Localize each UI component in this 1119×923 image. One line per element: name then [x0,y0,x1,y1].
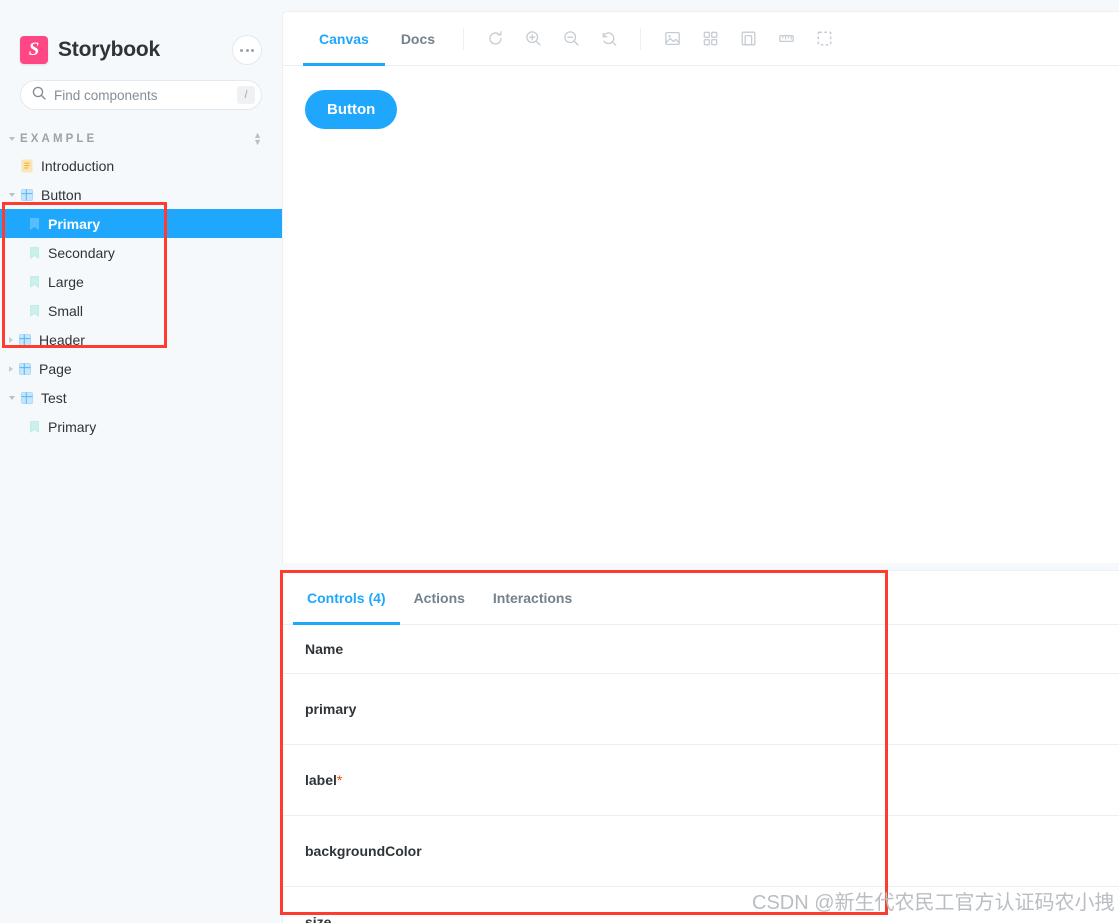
sidebar-item-label: Primary [48,418,97,435]
table-row: label* [283,744,1119,816]
outline-icon[interactable] [809,24,839,54]
control-name-primary: primary [283,673,702,745]
chevron-down-icon [9,137,15,141]
tree-section-label: EXAMPLE [20,133,98,145]
story-icon [28,304,41,318]
search-shortcut-key: / [237,86,255,104]
table-row: primary False True [283,673,1119,745]
search-icon [32,86,46,105]
sidebar-item-test[interactable]: Test [0,383,282,412]
sidebar-item-button-large[interactable]: Large [0,267,282,296]
sidebar-item-label: Header [39,331,85,348]
controls-table-header: Name Control [283,625,1119,674]
measure-icon[interactable] [771,24,801,54]
component-icon [20,188,34,202]
dot-icon [240,48,243,52]
chevron-down-icon[interactable] [9,395,15,400]
sidebar: Storybook / EXA [0,0,282,923]
sidebar-item-label: Primary [48,215,101,232]
search-container: / [0,74,282,110]
toolbar-divider [463,27,465,50]
zoom-out-icon[interactable] [556,24,586,54]
brand-name: Storybook [58,38,161,61]
sidebar-item-label: Secondary [48,244,115,261]
tab-actions[interactable]: Actions [400,571,479,625]
table-row: backgroundColor Choose color... [283,815,1119,887]
control-cell-label [701,744,1119,816]
zoom-reset-icon[interactable] [594,24,624,54]
addons-panel: Controls (4) Actions Interactions Name C… [282,570,1119,923]
component-icon [18,362,32,376]
column-header-control: Control [701,625,1119,674]
sidebar-item-button-secondary[interactable]: Secondary [0,238,282,267]
sidebar-item-label: Page [39,360,72,377]
control-cell-primary: False True [701,673,1119,745]
sidebar-item-button-small[interactable]: Small [0,296,282,325]
backgrounds-icon[interactable] [657,24,687,54]
storybook-logo-icon [20,36,48,64]
watermark-text: CSDN @新生代农民工官方认证码农小拽 [752,892,1115,914]
toolbar-divider [640,27,642,50]
sidebar-item-page[interactable]: Page [0,354,282,383]
search-box[interactable]: / [20,80,262,110]
story-preview: Button [283,66,1119,129]
sidebar-header: Storybook [0,0,282,74]
required-marker: * [336,772,343,788]
sidebar-item-label: Large [48,273,84,290]
sidebar-item-button-primary[interactable]: Primary [0,209,282,238]
sidebar-item-test-primary[interactable]: Primary [0,412,282,441]
sidebar-item-label: Small [48,302,84,319]
tree-section-example[interactable]: EXAMPLE ▲ ▼ [0,127,282,151]
sidebar-item-label: Introduction [41,157,115,174]
grid-icon[interactable] [695,24,725,54]
chevron-right-icon[interactable] [9,336,13,343]
story-icon [28,217,41,231]
document-icon [20,158,34,173]
component-icon [18,333,32,347]
dot-icon [251,48,254,52]
dot-icon [245,48,249,52]
control-cell-backgroundcolor: Choose color... [701,815,1119,887]
control-name-size: size [283,886,702,923]
tab-interactions[interactable]: Interactions [479,571,586,625]
addons-tablist: Controls (4) Actions Interactions [283,571,1119,625]
story-icon [28,420,41,434]
sidebar-item-label: Button [41,186,82,203]
component-tree: EXAMPLE ▲ ▼ Introduction Button Primary … [0,127,282,441]
control-name-backgroundcolor: backgroundColor [283,815,702,887]
component-icon [20,391,34,405]
viewport-icon[interactable] [733,24,763,54]
zoom-in-icon[interactable] [518,24,548,54]
tab-canvas[interactable]: Canvas [303,12,385,66]
sidebar-item-header[interactable]: Header [0,325,282,354]
search-input[interactable] [54,87,237,103]
canvas-toolbar: Canvas Docs [283,12,1119,66]
expand-collapse-all-icon[interactable]: ▲ ▼ [253,131,262,147]
sidebar-item-introduction[interactable]: Introduction [0,151,282,180]
chevron-right-icon[interactable] [9,365,13,372]
controls-table: Name Control primary False True [283,625,1119,923]
storybook-app: Storybook / EXA [0,0,1119,923]
column-header-name: Name [283,625,702,674]
control-label-text: label [305,772,337,788]
story-button[interactable]: Button [305,90,398,129]
storybook-menu-button[interactable] [232,35,262,65]
story-icon [28,275,41,289]
tab-controls[interactable]: Controls (4) [293,571,400,625]
story-icon [28,246,41,260]
canvas-panel: Canvas Docs Button [282,11,1119,563]
remount-icon[interactable] [480,24,510,54]
sidebar-item-button[interactable]: Button [0,180,282,209]
chevron-down-icon[interactable] [9,192,15,197]
tab-docs[interactable]: Docs [385,12,451,66]
sidebar-item-label: Test [41,389,67,406]
control-name-label: label* [283,744,702,816]
